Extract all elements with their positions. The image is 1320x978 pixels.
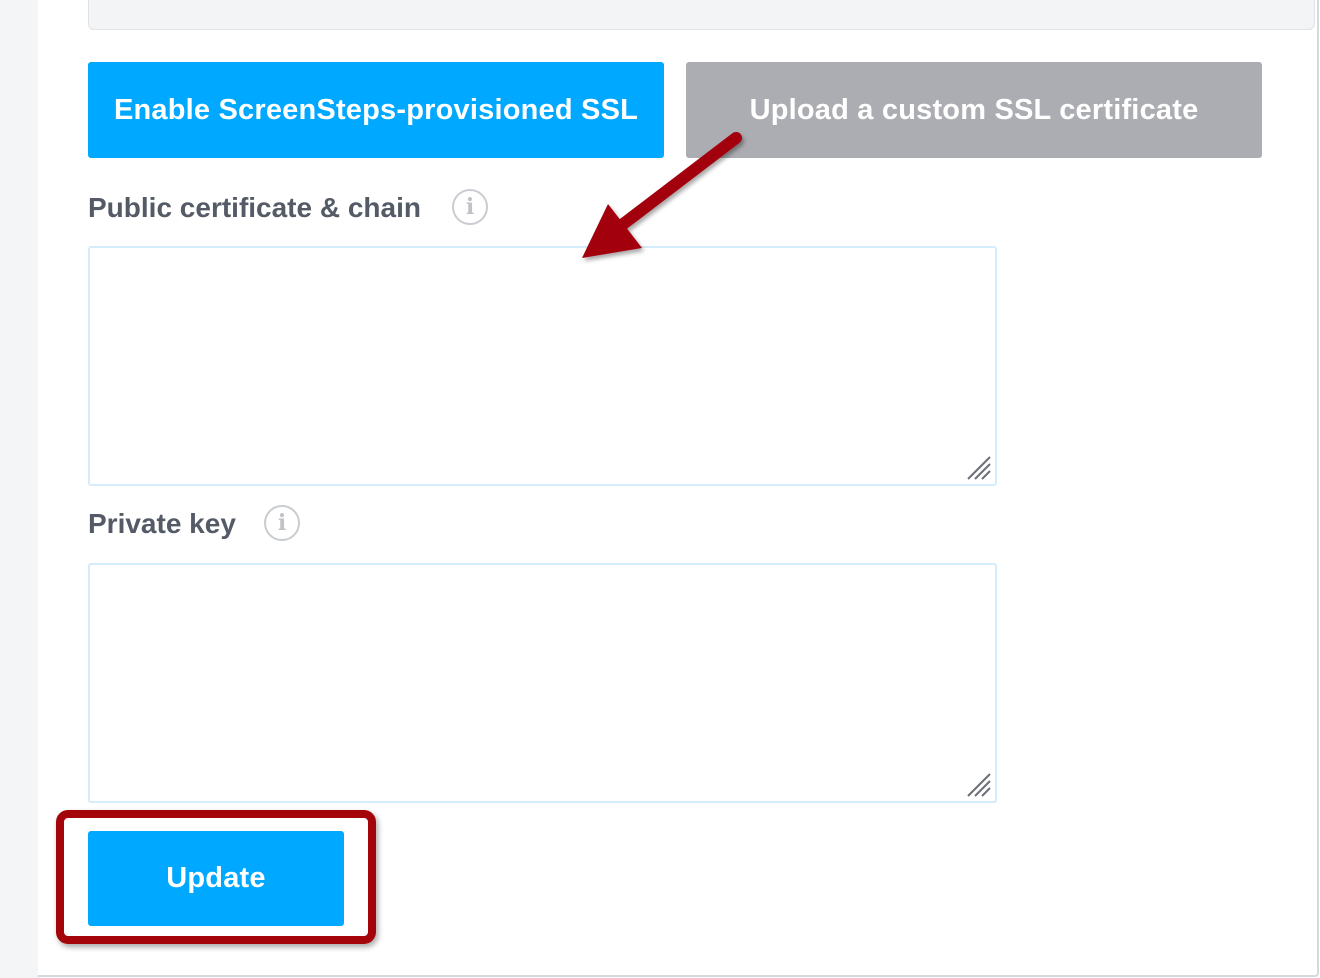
previous-section-panel <box>88 0 1315 30</box>
resize-grip-icon[interactable] <box>966 455 992 481</box>
info-icon[interactable]: i <box>264 505 300 541</box>
private-key-label: Private key <box>88 508 236 539</box>
upload-custom-ssl-button[interactable]: Upload a custom SSL certificate <box>686 62 1262 158</box>
resize-grip-icon[interactable] <box>966 772 992 798</box>
info-icon[interactable]: i <box>452 189 488 225</box>
annotation-arrow-icon <box>582 132 742 258</box>
left-rail <box>0 0 39 978</box>
public-certificate-label: Public certificate & chain <box>88 192 421 223</box>
public-certificate-textarea[interactable] <box>88 246 997 486</box>
private-key-textarea[interactable] <box>88 563 997 803</box>
annotation-highlight-box <box>56 810 376 944</box>
